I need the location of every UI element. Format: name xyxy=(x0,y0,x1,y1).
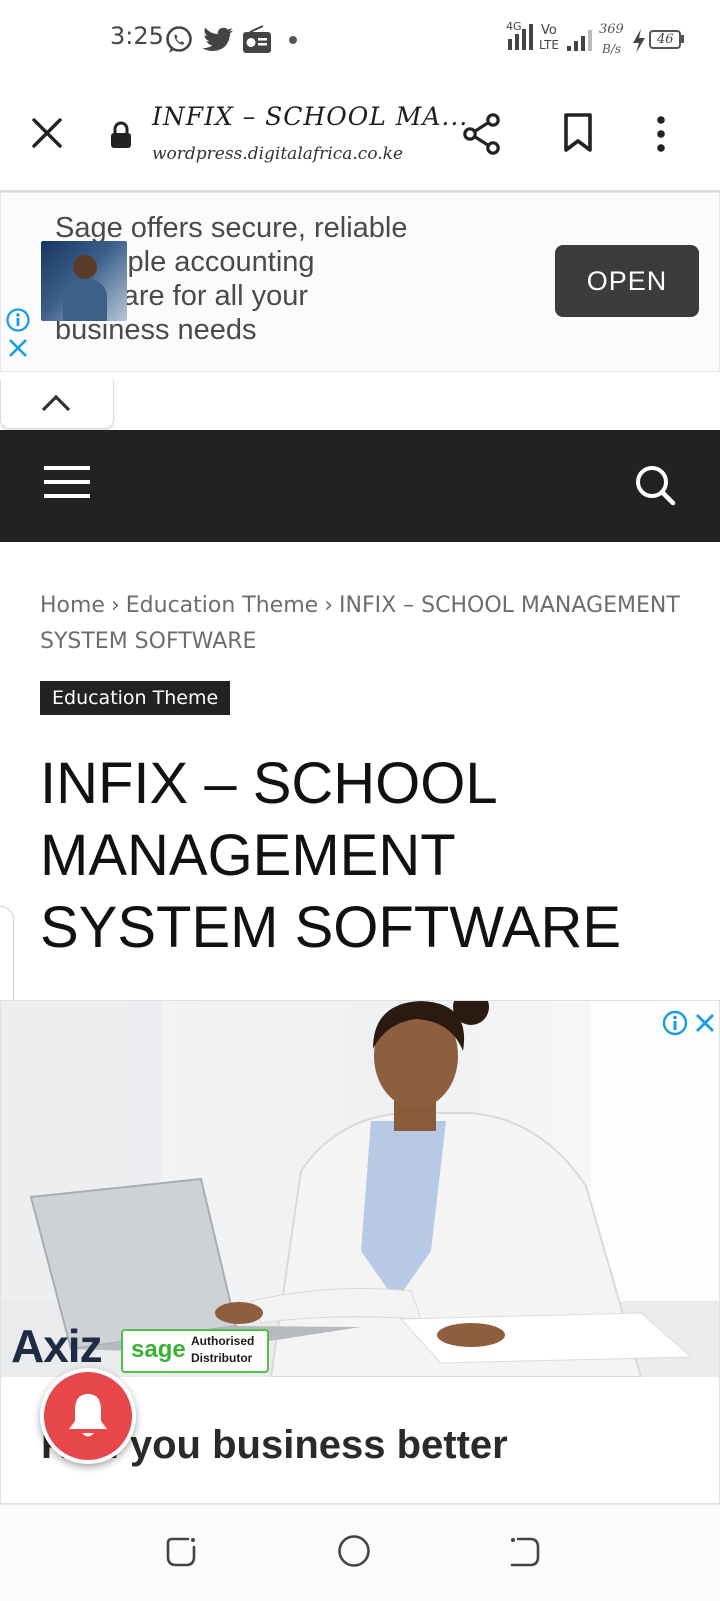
network-speed-value: 369 xyxy=(599,22,624,37)
signal-icon xyxy=(567,30,592,51)
bookmark-icon[interactable] xyxy=(562,112,594,154)
ad-thumbnail-image[interactable] xyxy=(41,241,127,321)
status-time: 3:25 xyxy=(110,22,164,50)
breadcrumb: Home › Education Theme › INFIX – SCHOOL MANA… xyxy=(40,588,680,660)
ad-collapse-tab[interactable] xyxy=(0,380,114,429)
network-speed-unit: B/s xyxy=(602,42,622,56)
breadcrumb-home-link[interactable]: Home xyxy=(40,593,105,618)
sage-badge: sage Authorised Distributor xyxy=(121,1329,269,1373)
share-icon[interactable] xyxy=(462,112,502,156)
ad-info-icon[interactable] xyxy=(661,1009,689,1037)
top-banner-ad[interactable]: Sage offers secure, reliable & simple ac… xyxy=(0,192,720,372)
chevron-up-icon[interactable] xyxy=(39,392,73,414)
hamburger-menu-icon[interactable] xyxy=(44,464,92,500)
notification-bell-button[interactable] xyxy=(40,1368,136,1464)
search-icon[interactable] xyxy=(634,464,678,508)
battery-icon: 46 xyxy=(649,30,681,49)
ad-photo-woman-laptop[interactable] xyxy=(1,1001,719,1377)
open-button[interactable]: OPEN xyxy=(555,245,699,317)
battery-tip xyxy=(681,35,684,43)
breadcrumb-separator: › xyxy=(324,593,333,618)
site-header-nav xyxy=(0,430,720,542)
charging-icon xyxy=(633,29,645,53)
sage-badge-subtitle-top: Authorised xyxy=(191,1334,255,1348)
ad-info-icon[interactable] xyxy=(5,307,31,333)
close-icon[interactable] xyxy=(30,116,64,150)
ad-close-icon[interactable] xyxy=(7,337,29,359)
sage-logo: sage xyxy=(131,1336,186,1363)
bell-icon xyxy=(69,1394,107,1437)
ad-close-icon[interactable] xyxy=(691,1009,719,1037)
browser-url[interactable]: wordpress.digitalafrica.co.ke xyxy=(152,144,403,164)
radio-icon xyxy=(243,25,271,53)
dot-icon xyxy=(289,36,297,44)
whatsapp-icon xyxy=(166,26,192,53)
network-type-label: 4G xyxy=(506,20,522,33)
more-vertical-icon[interactable] xyxy=(654,114,668,154)
home-circle-icon[interactable] xyxy=(336,1533,372,1569)
breadcrumb-category-link[interactable]: Education Theme xyxy=(126,593,318,618)
axiz-logo: Axiz xyxy=(11,1320,103,1372)
back-icon[interactable] xyxy=(508,1535,542,1569)
status-bar: 3:25 4G Vo LTE 369 B/s 46 xyxy=(0,0,720,80)
lock-icon xyxy=(111,121,131,148)
browser-page-title[interactable]: INFIX – SCHOOL MA... xyxy=(152,102,468,131)
recents-icon[interactable] xyxy=(164,1535,198,1569)
category-badge[interactable]: Education Theme xyxy=(40,681,231,715)
battery-level: 46 xyxy=(657,32,674,47)
breadcrumb-separator: › xyxy=(110,593,120,618)
sage-badge-subtitle-bottom: Distributor xyxy=(191,1351,253,1365)
twitter-icon xyxy=(202,27,233,52)
article-title: INFIX – SCHOOL MANAGEMENT SYSTEM SOFTWAR… xyxy=(40,751,622,960)
volte-label-top: Vo xyxy=(541,23,557,38)
volte-label-bottom: LTE xyxy=(539,38,559,52)
browser-toolbar: INFIX – SCHOOL MA... wordpress.digitalaf… xyxy=(0,80,720,192)
system-navigation-bar xyxy=(0,1504,720,1601)
